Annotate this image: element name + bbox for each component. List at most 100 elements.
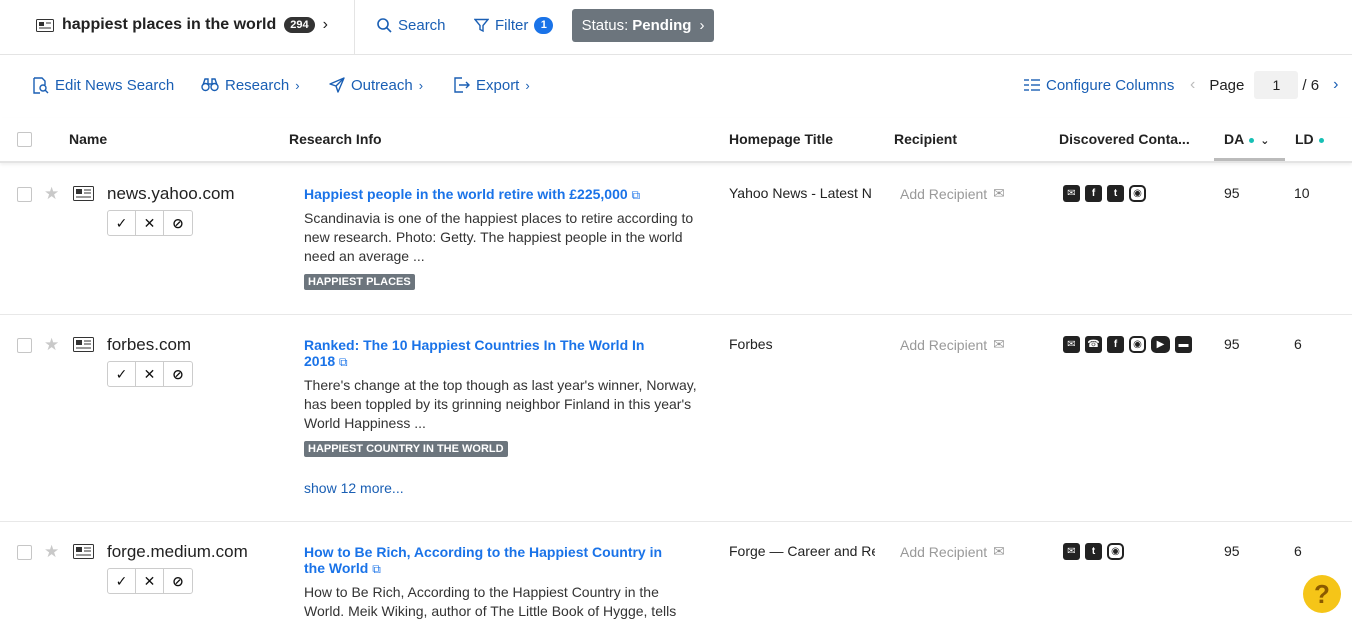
domain-name[interactable]: forbes.com [107,335,191,355]
phone-icon[interactable]: ☎ [1085,336,1102,353]
table-row: ★ forbes.com ✓ ✕ ⊘ Ranked: The 10 Happie… [0,315,1352,522]
block-icon[interactable]: ⊘ [164,211,192,235]
approve-icon[interactable]: ✓ [108,569,136,593]
metric-dot-icon [1318,137,1324,143]
top-bar: happiest places in the world 294 › Searc… [0,0,1352,55]
outreach-label: Outreach [351,76,413,94]
star-icon[interactable]: ★ [44,336,59,353]
block-icon[interactable]: ⊘ [164,362,192,386]
add-recipient-button[interactable]: Add Recipient ✉ [900,543,1005,560]
external-link-icon: ⧉ [631,188,641,202]
keyword-tag: HAPPIEST PLACES [304,274,415,290]
row-actions: ✓ ✕ ⊘ [107,361,193,387]
export-menu-button[interactable]: Export › [453,75,530,95]
news-icon [73,337,94,352]
article-title: Happiest people in the world retire with… [304,186,628,202]
facebook-icon[interactable]: f [1107,336,1124,353]
envelope-icon: ✉ [993,185,1005,201]
discovered-contacts: ✉ t ◉ [1063,543,1124,560]
reject-icon[interactable]: ✕ [136,569,164,593]
filter-icon [474,18,489,32]
article-title-link[interactable]: Happiest people in the world retire with… [304,186,694,203]
row-checkbox[interactable] [17,187,32,202]
configure-columns-button[interactable]: Configure Columns [1024,75,1174,95]
row-actions: ✓ ✕ ⊘ [107,210,193,236]
add-recipient-button[interactable]: Add Recipient ✉ [900,336,1005,353]
chevron-right-icon: › [525,77,530,93]
prev-page-icon[interactable]: ‹ [1190,76,1195,94]
domain-name[interactable]: news.yahoo.com [107,184,235,204]
next-page-icon[interactable]: › [1333,76,1338,94]
reject-icon[interactable]: ✕ [136,362,164,386]
instagram-icon[interactable]: ◉ [1129,336,1146,353]
approve-icon[interactable]: ✓ [108,362,136,386]
twitter-icon[interactable]: t [1107,185,1124,202]
envelope-icon: ✉ [993,336,1005,352]
edit-news-search-button[interactable]: Edit News Search [32,75,174,95]
page-total: / 6 [1302,76,1320,94]
youtube-icon[interactable]: ▶ [1151,336,1170,353]
status-value: Pending [632,17,692,34]
help-button[interactable]: ? [1303,575,1341,613]
saved-search-selector[interactable]: happiest places in the world 294 › [36,14,328,36]
block-icon[interactable]: ⊘ [164,569,192,593]
column-header-recipient[interactable]: Recipient [894,131,957,147]
page-number-input[interactable]: 1 [1254,71,1299,99]
form-icon[interactable]: ▬ [1175,336,1192,353]
select-all-checkbox[interactable] [17,132,32,147]
email-icon[interactable]: ✉ [1063,543,1080,560]
ld-value: 10 [1294,185,1310,201]
page-label: Page [1209,76,1245,94]
search-button-label: Search [398,16,446,34]
outreach-menu-button[interactable]: Outreach › [329,75,423,95]
column-header-discovered-contacts[interactable]: Discovered Conta... [1059,131,1190,147]
show-more-link[interactable]: show 12 more... [304,480,404,496]
news-icon [73,544,94,559]
row-actions: ✓ ✕ ⊘ [107,568,193,594]
pagination: ‹ Page 1 / 6 › [1190,71,1338,99]
column-header-research-info[interactable]: Research Info [289,131,382,147]
edit-search-icon [33,76,49,94]
chevron-right-icon: › [418,77,424,93]
research-menu-button[interactable]: Research › [201,75,300,95]
instagram-icon[interactable]: ◉ [1129,185,1146,202]
instagram-icon[interactable]: ◉ [1107,543,1124,560]
star-icon[interactable]: ★ [44,185,59,202]
discovered-contacts: ✉ f t ◉ [1063,185,1146,202]
facebook-icon[interactable]: f [1085,185,1102,202]
approve-icon[interactable]: ✓ [108,211,136,235]
columns-icon [1024,79,1040,91]
status-filter-button[interactable]: Status: Pending › [572,9,714,42]
chevron-right-icon: › [699,17,705,34]
column-header-name[interactable]: Name [69,131,107,147]
status-prefix: Status: [581,17,629,34]
star-icon[interactable]: ★ [44,543,59,560]
discovered-contacts: ✉ ☎ f ◉ ▶ ▬ [1063,336,1192,353]
filter-button[interactable]: Filter 1 [474,14,554,36]
domain-name[interactable]: forge.medium.com [107,542,248,562]
twitter-icon[interactable]: t [1085,543,1102,560]
reject-icon[interactable]: ✕ [136,211,164,235]
question-mark-icon: ? [1314,578,1330,609]
da-header-label: DA [1224,131,1245,147]
email-icon[interactable]: ✉ [1063,185,1080,202]
external-link-icon: ⧉ [339,355,348,369]
row-checkbox[interactable] [17,338,32,353]
da-value: 95 [1224,185,1240,201]
article-title-link[interactable]: Ranked: The 10 Happiest Countries In The… [304,337,664,370]
column-header-homepage-title[interactable]: Homepage Title [729,131,833,147]
result-count-badge: 294 [284,17,315,33]
column-header-da[interactable]: DA ⌄ [1224,131,1269,147]
article-title-link[interactable]: How to Be Rich, According to the Happies… [304,544,684,577]
row-checkbox[interactable] [17,545,32,560]
search-button[interactable]: Search [377,14,446,36]
table-header: Name Research Info Homepage Title Recipi… [0,118,1352,163]
envelope-icon: ✉ [993,543,1005,559]
sort-indicator [1214,158,1285,161]
search-title: happiest places in the world [62,16,277,33]
add-recipient-button[interactable]: Add Recipient ✉ [900,185,1005,202]
column-header-ld[interactable]: LD [1295,131,1324,147]
topbar-divider [354,0,355,55]
email-icon[interactable]: ✉ [1063,336,1080,353]
add-recipient-label: Add Recipient [900,543,988,560]
